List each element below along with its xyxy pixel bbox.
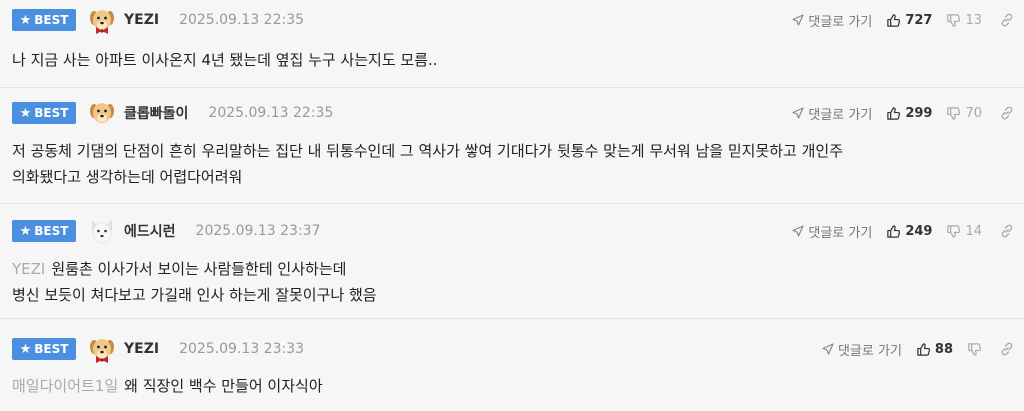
star-icon: ★ — [19, 223, 32, 239]
author-nickname[interactable]: 에드시런 — [124, 221, 176, 241]
comment-item: ★ BEST YEZI 2025.09.13 23:33 댓글로 가기 88 매… — [0, 320, 1024, 411]
go-to-reply-button[interactable]: 댓글로 가기 — [792, 104, 872, 123]
go-to-reply-label: 댓글로 가기 — [808, 225, 873, 241]
comment-line: YEZI 원룸촌 이사가서 보이는 사람들한테 인사하는데 — [12, 256, 1012, 282]
comment-actions: 댓글로 가기 249 14 — [792, 213, 1024, 249]
mention-tag[interactable]: YEZI — [12, 260, 45, 278]
like-count: 299 — [905, 105, 933, 121]
comment-line: 저 공동체 기댐의 단점이 흔히 우리말하는 집단 내 뒤통수인데 그 역사가 … — [12, 138, 1012, 164]
reply-arrow-icon — [792, 107, 804, 119]
link-icon[interactable] — [1000, 224, 1014, 238]
comment-date: 2025.09.13 22:35 — [208, 105, 334, 121]
author-nickname[interactable]: YEZI — [124, 341, 159, 357]
comment-header: ★ BEST 클롭빠돌이 2025.09.13 22:35 댓글로 가기 299… — [12, 95, 1024, 131]
comment-date: 2025.09.13 22:35 — [179, 12, 305, 28]
dislike-button[interactable]: 13 — [946, 13, 982, 28]
best-badge: ★ BEST — [12, 9, 76, 31]
go-to-reply-label: 댓글로 가기 — [808, 14, 873, 30]
like-button[interactable]: 299 — [886, 106, 932, 121]
like-button[interactable]: 727 — [886, 13, 932, 28]
thumbs-down-icon — [946, 13, 961, 28]
author-nickname[interactable]: 클롭빠돌이 — [124, 103, 188, 123]
star-icon: ★ — [19, 12, 32, 28]
best-badge-label: BEST — [34, 224, 69, 238]
comment-text: 왜 직장인 백수 만들어 이자식아 — [124, 377, 323, 395]
comment-text: 원룸촌 이사가서 보이는 사람들한테 인사하는데 — [51, 260, 347, 278]
comment-line: 병신 보듯이 쳐다보고 가길래 인사 하는게 잘못이구나 했음 — [12, 282, 1012, 308]
best-badge-label: BEST — [34, 106, 69, 120]
avatar[interactable] — [88, 217, 116, 245]
comment-body: 매일다이어트1일 왜 직장인 백수 만들어 이자식아 — [12, 373, 1012, 399]
comment-actions: 댓글로 가기 88 — [822, 331, 1024, 367]
dislike-button[interactable]: 14 — [946, 224, 982, 239]
avatar[interactable] — [88, 99, 116, 127]
link-icon[interactable] — [1000, 342, 1014, 356]
mention-tag[interactable]: 매일다이어트1일 — [12, 377, 118, 395]
comment-item: ★ BEST YEZI 2025.09.13 22:35 댓글로 가기 727 … — [0, 0, 1024, 88]
like-count: 88 — [934, 341, 953, 357]
like-button[interactable]: 88 — [916, 342, 953, 357]
avatar[interactable] — [88, 6, 116, 34]
like-button[interactable]: 249 — [886, 224, 932, 239]
comment-body: 저 공동체 기댐의 단점이 흔히 우리말하는 집단 내 뒤통수인데 그 역사가 … — [12, 138, 1012, 190]
go-to-reply-label: 댓글로 가기 — [808, 107, 873, 123]
comment-header: ★ BEST 에드시런 2025.09.13 23:37 댓글로 가기 249 … — [12, 213, 1024, 249]
comment-text: 저 공동체 기댐의 단점이 흔히 우리말하는 집단 내 뒤통수인데 그 역사가 … — [12, 142, 844, 160]
comment-header: ★ BEST YEZI 2025.09.13 23:33 댓글로 가기 88 — [12, 331, 1024, 367]
best-badge: ★ BEST — [12, 220, 76, 242]
best-badge-label: BEST — [34, 13, 69, 27]
comment-actions: 댓글로 가기 727 13 — [792, 2, 1024, 38]
dislike-button[interactable] — [967, 342, 982, 357]
comment-date: 2025.09.13 23:33 — [179, 341, 305, 357]
go-to-reply-button[interactable]: 댓글로 가기 — [822, 340, 902, 359]
dislike-count: 70 — [965, 105, 982, 121]
go-to-reply-label: 댓글로 가기 — [837, 343, 902, 359]
dislike-count: 14 — [965, 223, 982, 239]
link-icon[interactable] — [1000, 106, 1014, 120]
link-icon[interactable] — [1000, 13, 1014, 27]
comment-text: 병신 보듯이 쳐다보고 가길래 인사 하는게 잘못이구나 했음 — [12, 286, 377, 304]
star-icon: ★ — [19, 341, 32, 357]
best-badge-label: BEST — [34, 342, 69, 356]
author-nickname[interactable]: YEZI — [124, 12, 159, 28]
thumbs-down-icon — [946, 224, 961, 239]
comment-line: 의화됐다고 생각하는데 어렵다어려워 — [12, 164, 1012, 190]
reply-arrow-icon — [792, 14, 804, 26]
comment-body: 나 지금 사는 아파트 이사온지 4년 됐는데 옆집 누구 사는지도 모름.. — [12, 47, 1012, 73]
like-count: 249 — [905, 223, 933, 239]
comment-text: 의화됐다고 생각하는데 어렵다어려워 — [12, 168, 243, 186]
comment-date: 2025.09.13 23:37 — [195, 223, 321, 239]
comment-header: ★ BEST YEZI 2025.09.13 22:35 댓글로 가기 727 … — [12, 2, 1024, 38]
thumbs-up-icon — [886, 106, 901, 121]
best-badge: ★ BEST — [12, 338, 76, 360]
comment-item: ★ BEST 클롭빠돌이 2025.09.13 22:35 댓글로 가기 299… — [0, 89, 1024, 204]
thumbs-up-icon — [916, 342, 931, 357]
go-to-reply-button[interactable]: 댓글로 가기 — [792, 11, 872, 30]
comment-body: YEZI 원룸촌 이사가서 보이는 사람들한테 인사하는데 병신 보듯이 쳐다보고… — [12, 256, 1012, 308]
dislike-button[interactable]: 70 — [946, 106, 982, 121]
dislike-count: 13 — [965, 12, 982, 28]
comment-actions: 댓글로 가기 299 70 — [792, 95, 1024, 131]
comment-line: 매일다이어트1일 왜 직장인 백수 만들어 이자식아 — [12, 373, 1012, 399]
thumbs-up-icon — [886, 13, 901, 28]
thumbs-down-icon — [967, 342, 982, 357]
reply-arrow-icon — [822, 343, 834, 355]
go-to-reply-button[interactable]: 댓글로 가기 — [792, 222, 872, 241]
star-icon: ★ — [19, 105, 32, 121]
comment-line: 나 지금 사는 아파트 이사온지 4년 됐는데 옆집 누구 사는지도 모름.. — [12, 47, 1012, 73]
best-badge: ★ BEST — [12, 102, 76, 124]
comment-text: 나 지금 사는 아파트 이사온지 4년 됐는데 옆집 누구 사는지도 모름.. — [12, 51, 438, 69]
reply-arrow-icon — [792, 225, 804, 237]
comment-list: ★ BEST YEZI 2025.09.13 22:35 댓글로 가기 727 … — [0, 0, 1024, 411]
thumbs-down-icon — [946, 106, 961, 121]
like-count: 727 — [905, 12, 933, 28]
avatar[interactable] — [88, 335, 116, 363]
comment-item: ★ BEST 에드시런 2025.09.13 23:37 댓글로 가기 249 … — [0, 205, 1024, 319]
thumbs-up-icon — [886, 224, 901, 239]
